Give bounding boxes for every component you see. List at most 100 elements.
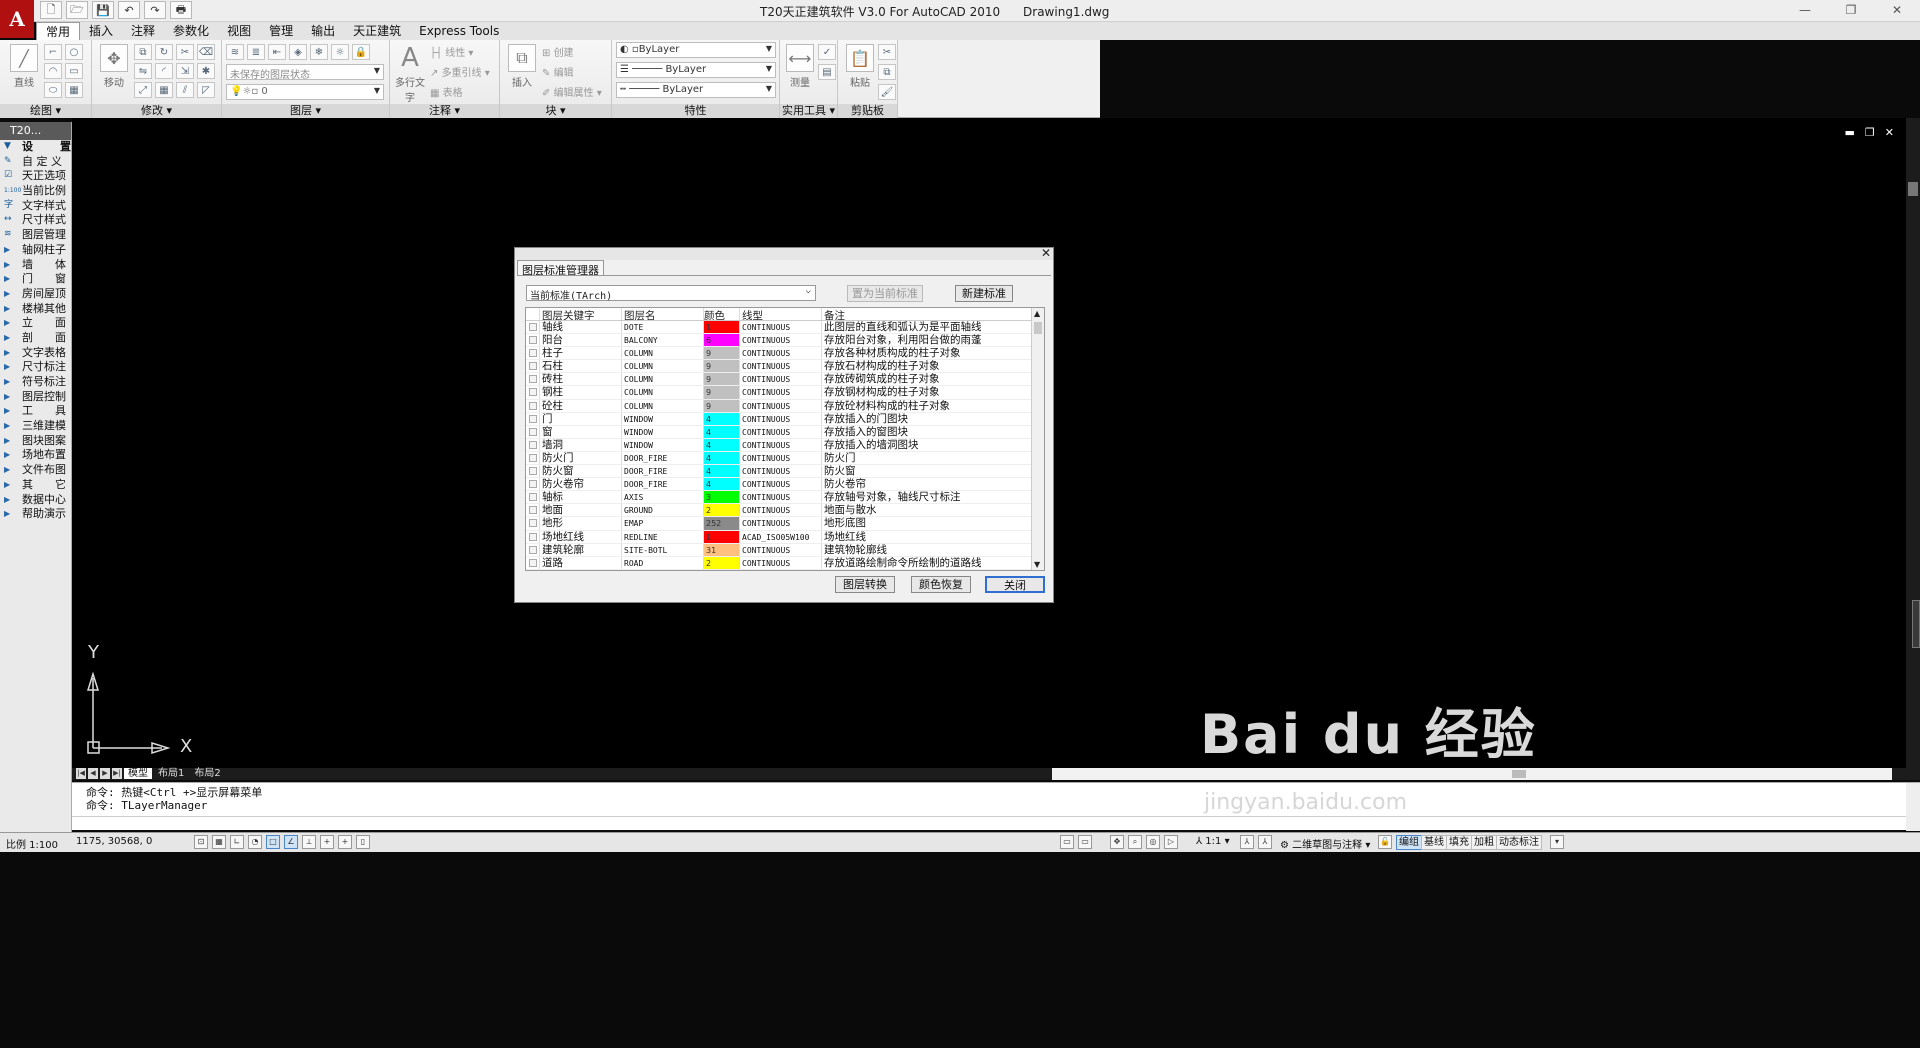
row-color[interactable]: 31	[704, 543, 740, 556]
row-select[interactable]	[526, 438, 540, 451]
row-color[interactable]: 4	[704, 438, 740, 451]
palette-item[interactable]: ▶ 楼梯其他	[0, 302, 71, 317]
linear-dim-button[interactable]: ├┤ 线性 ▾	[430, 44, 473, 59]
palette-item[interactable]: ▶ 数据中心	[0, 493, 71, 508]
palette-item[interactable]: ▶ 门 窗	[0, 272, 71, 287]
vertical-scrollbar[interactable]	[1906, 118, 1920, 768]
palette-item[interactable]: ▶ 立 面	[0, 316, 71, 331]
palette-item[interactable]: ▶ 工 具	[0, 404, 71, 419]
row-color[interactable]: 4	[704, 465, 740, 478]
palette-item[interactable]: ↔ 尺寸样式	[0, 213, 71, 228]
panel-clipboard-title[interactable]: 剪贴板	[838, 104, 897, 118]
tab-tangent-arch[interactable]: 天正建筑	[344, 22, 410, 40]
polar-icon[interactable]: ◔	[248, 835, 262, 849]
open-file-icon[interactable]: 🗁	[66, 1, 88, 19]
viewport-restore-icon[interactable]: ❐	[1865, 126, 1875, 139]
header-layer-name[interactable]: 图层名	[622, 308, 704, 320]
row-color[interactable]: 9	[704, 399, 740, 412]
row-checkbox[interactable]	[529, 349, 537, 358]
annotation-visibility-icon[interactable]: ⅄	[1240, 835, 1254, 849]
next-tab-icon[interactable]: ▶	[100, 768, 110, 779]
table-row[interactable]: 石柱 COLUMN 9 CONTINUOUS 存放石材构成的柱子对象	[526, 360, 1031, 374]
table-row[interactable]: 阳台 BALCONY 6 CONTINUOUS 存放阳台对象，利用阳台做的雨蓬	[526, 334, 1031, 348]
row-checkbox[interactable]	[529, 545, 537, 554]
table-row[interactable]: 道路 ROAD 2 CONTINUOUS 存放道路绘制命令所绘制的道路线	[526, 556, 1031, 570]
table-row[interactable]: 轴标 AXIS 3 CONTINUOUS 存放轴号对象，轴线尺寸标注	[526, 491, 1031, 505]
polyline-icon[interactable]: ⌐	[44, 44, 62, 60]
palette-header[interactable]: T20...	[0, 122, 71, 140]
quick-props-icon[interactable]: ▯	[356, 835, 370, 849]
pan-icon[interactable]: ✥	[1110, 835, 1124, 849]
scale-icon[interactable]: ⤢	[134, 82, 152, 98]
clean-screen-icon[interactable]: ▾	[1550, 835, 1564, 849]
create-block-button[interactable]: ⊞ 创建	[542, 44, 574, 59]
layer-state-dropdown[interactable]: 未保存的图层状态 ▼	[226, 64, 384, 80]
row-select[interactable]	[526, 412, 540, 425]
toggle-baseline[interactable]: 基线	[1421, 835, 1447, 850]
tab-manage[interactable]: 管理	[260, 22, 302, 40]
edit-block-button[interactable]: ✎ 编辑	[542, 64, 574, 79]
row-checkbox[interactable]	[529, 427, 537, 436]
row-select[interactable]	[526, 334, 540, 347]
undo-icon[interactable]: ↶	[118, 1, 140, 19]
palette-item[interactable]: ▶ 房间屋顶	[0, 287, 71, 302]
steering-wheel-icon[interactable]: ◎	[1146, 835, 1160, 849]
row-checkbox[interactable]	[529, 336, 537, 345]
layer-dropdown[interactable]: 💡☼▫ 0 ▼	[226, 84, 384, 100]
command-input[interactable]	[72, 816, 1906, 830]
layout-view-icon[interactable]: ▭	[1078, 835, 1092, 849]
row-checkbox[interactable]	[529, 401, 537, 410]
chamfer-icon[interactable]: ◸	[197, 82, 215, 98]
linetype-dropdown[interactable]: ☰ ───── ByLayer ▼	[616, 62, 776, 78]
row-checkbox[interactable]	[529, 519, 537, 528]
offset-icon[interactable]: ⫽	[176, 82, 194, 98]
row-select[interactable]	[526, 517, 540, 530]
ducs-icon[interactable]: ⟂	[302, 835, 316, 849]
horizontal-scrollbar[interactable]	[1052, 768, 1892, 780]
viewport-minimize-icon[interactable]: ▬	[1845, 126, 1855, 139]
prev-tab-icon[interactable]: ◀	[88, 768, 98, 779]
row-select[interactable]	[526, 386, 540, 399]
row-select[interactable]	[526, 530, 540, 543]
panel-block-title[interactable]: 块 ▾	[500, 104, 611, 118]
row-select[interactable]	[526, 478, 540, 491]
tab-insert[interactable]: 插入	[80, 22, 122, 40]
table-row[interactable]: 轴线 DOTE 1 CONTINUOUS 此图层的直线和弧认为是平面轴线	[526, 321, 1031, 335]
table-row[interactable]: 砖柱 COLUMN 9 CONTINUOUS 存放砖砌筑成的柱子对象	[526, 373, 1031, 387]
row-color[interactable]: 4	[704, 412, 740, 425]
otrack-icon[interactable]: ∠	[284, 835, 298, 849]
hatch-icon[interactable]: ▦	[65, 82, 83, 98]
table-row[interactable]: 地面 GROUND 2 CONTINUOUS 地面与散水	[526, 504, 1031, 518]
osnap-icon[interactable]: □	[266, 835, 280, 849]
ortho-icon[interactable]: ∟	[230, 835, 244, 849]
row-checkbox[interactable]	[529, 558, 537, 567]
insert-block-button[interactable]: ⧉ 插入	[504, 44, 540, 89]
side-panel-handle[interactable]	[1912, 600, 1920, 648]
rotate-icon[interactable]: ↻	[155, 44, 173, 60]
new-standard-button[interactable]: 新建标准	[955, 285, 1013, 302]
palette-item[interactable]: 字文字样式	[0, 199, 71, 214]
dialog-title-bar[interactable]: ✕	[515, 247, 1053, 260]
toggle-dynamic-dim[interactable]: 动态标注	[1496, 835, 1542, 850]
header-color[interactable]: 颜色	[704, 308, 740, 320]
lineweight-icon[interactable]: +	[338, 835, 352, 849]
table-button[interactable]: ▦ 表格	[430, 84, 463, 99]
calculator-icon[interactable]: ▤	[818, 64, 836, 80]
table-row[interactable]: 地形 EMAP 252 CONTINUOUS 地形底图	[526, 517, 1031, 531]
mleader-button[interactable]: ↗ 多重引线 ▾	[430, 64, 490, 79]
fillet-icon[interactable]: ◜	[155, 63, 173, 79]
workspace-switcher[interactable]: ⚙ 二维草图与注释 ▾	[1280, 836, 1370, 851]
layer-properties-icon[interactable]: ≋	[226, 44, 244, 60]
row-color[interactable]: 9	[704, 360, 740, 373]
first-tab-icon[interactable]: |◀	[76, 768, 86, 779]
row-select[interactable]	[526, 451, 540, 465]
restore-icon[interactable]: ❐	[1828, 0, 1874, 20]
palette-item[interactable]: ▶ 三维建模	[0, 419, 71, 434]
array-icon[interactable]: ▦	[155, 82, 173, 98]
layer-convert-button[interactable]: 图层转换	[835, 576, 895, 593]
application-menu-button[interactable]: A	[0, 0, 34, 38]
tab-express-tools[interactable]: Express Tools	[410, 22, 508, 40]
quick-select-icon[interactable]: ✓	[818, 44, 836, 60]
table-row[interactable]: 场地红线 REDLINE 1 ACAD_ISO05W100 场地红线	[526, 530, 1031, 544]
palette-item[interactable]: ▶ 墙 体	[0, 258, 71, 273]
